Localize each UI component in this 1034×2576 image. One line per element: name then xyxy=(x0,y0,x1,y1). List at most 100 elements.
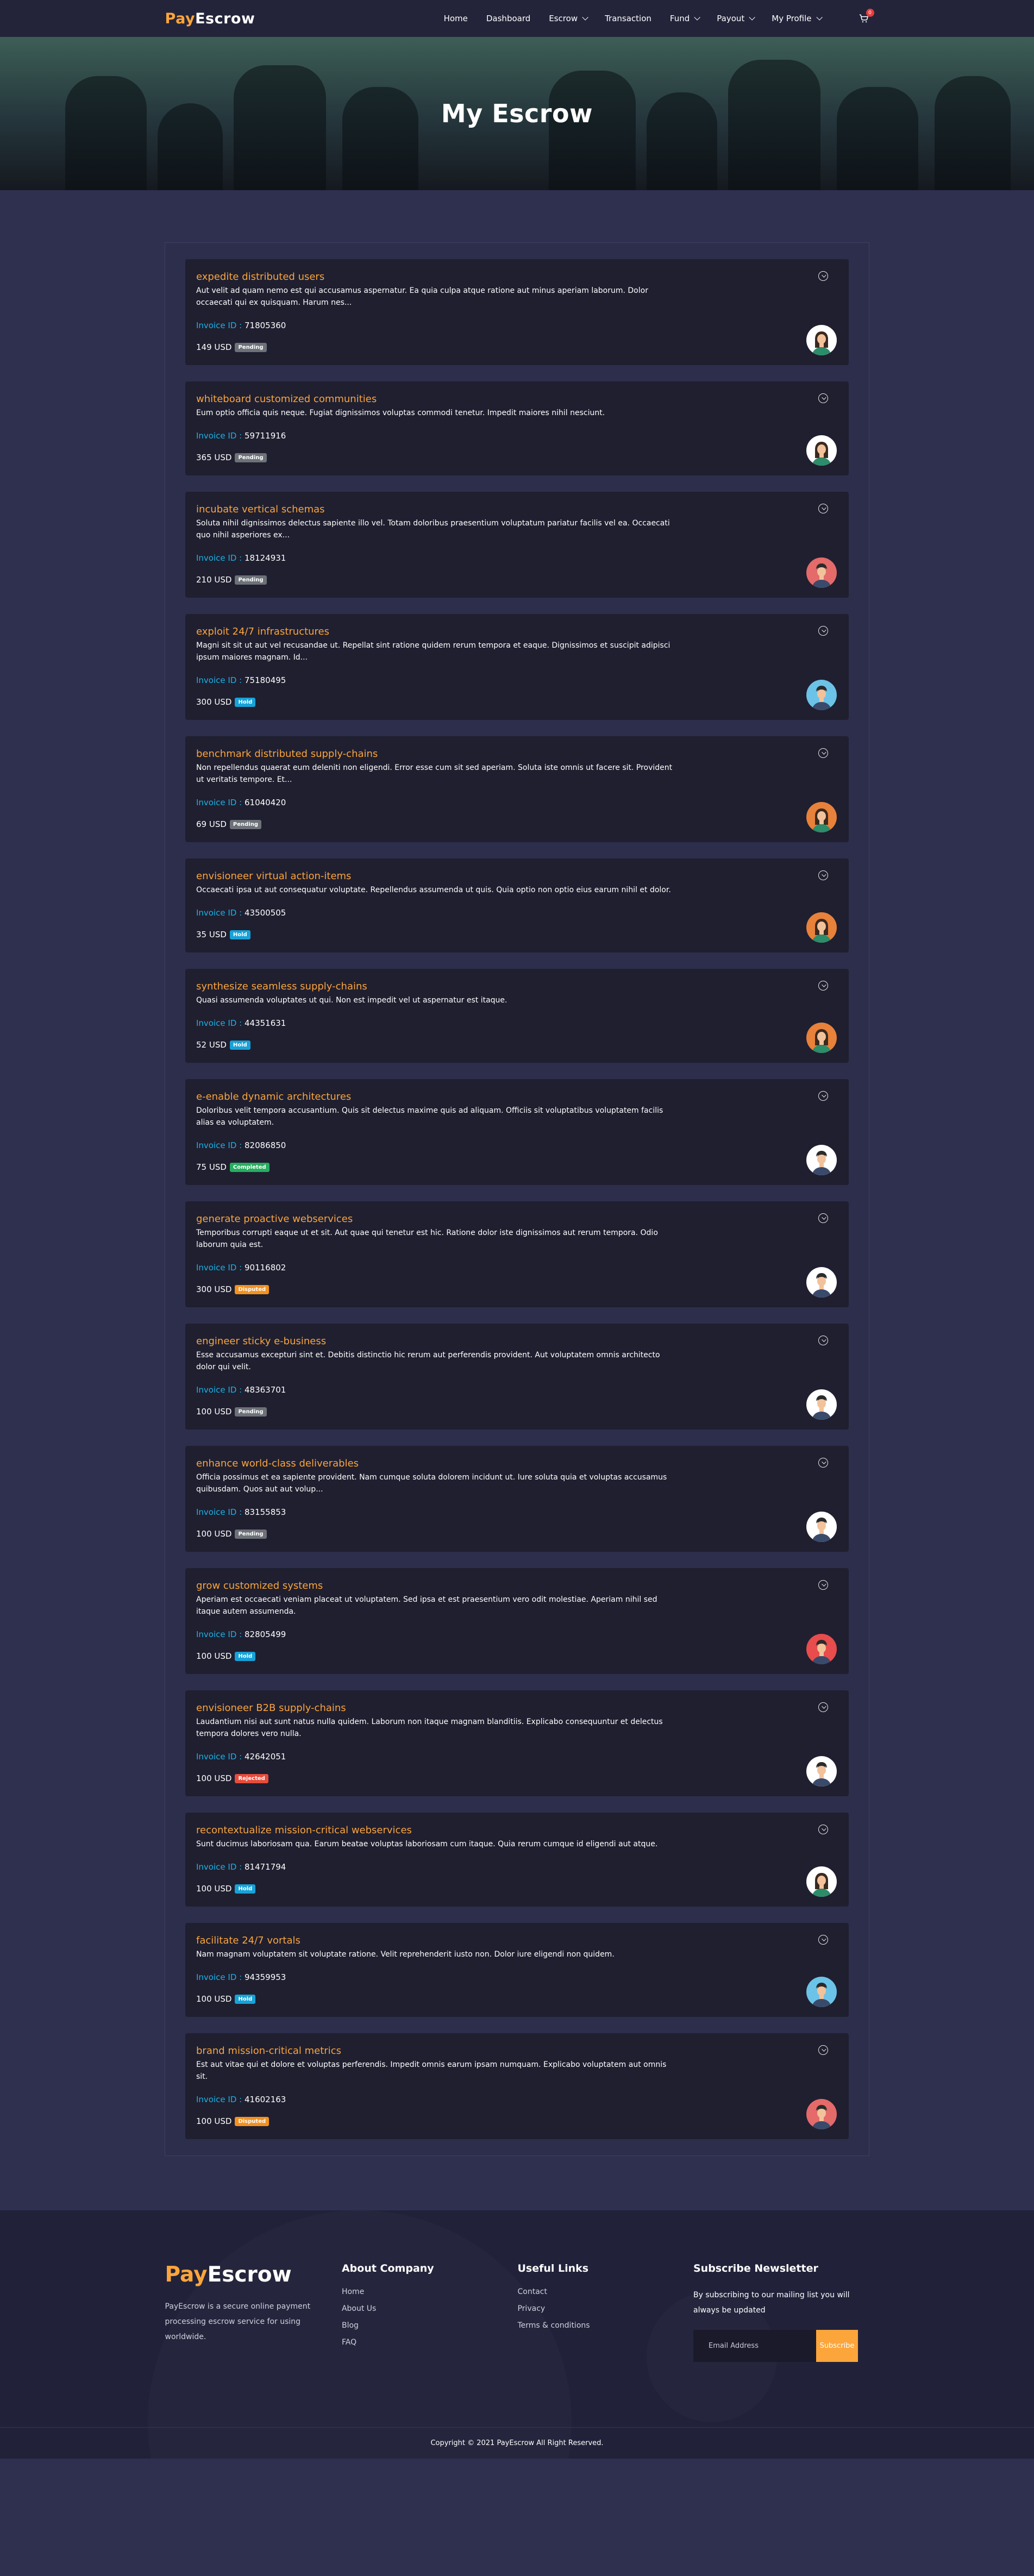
footer-about-heading: About Company xyxy=(341,2262,434,2274)
escrow-title[interactable]: brand mission-critical metrics xyxy=(196,2045,680,2057)
chevron-down-icon xyxy=(822,750,826,755)
expand-toggle-button[interactable] xyxy=(818,504,828,513)
footer-logo[interactable]: PayEscrow xyxy=(165,2262,342,2287)
escrow-title[interactable]: synthesize seamless supply-chains xyxy=(196,981,680,992)
escrow-amount: 300 USD xyxy=(196,1284,232,1294)
expand-toggle-button[interactable] xyxy=(818,1213,828,1223)
escrow-title[interactable]: facilitate 24/7 vortals xyxy=(196,1935,680,1946)
footer-about-column: About Company Home About Us Blog FAQ xyxy=(342,2262,518,2362)
escrow-description: Quasi assumenda voluptates ut qui. Non e… xyxy=(196,996,507,1005)
invoice-id: 75180495 xyxy=(244,675,286,685)
nav-item-payout[interactable]: Payout xyxy=(717,14,756,23)
expand-toggle-button[interactable] xyxy=(818,1702,828,1712)
invoice-label: Invoice ID : xyxy=(196,675,242,685)
nav-item-label: Payout xyxy=(717,14,745,23)
amount-row: 100 USD Hold xyxy=(196,1884,680,1894)
status-badge: Pending xyxy=(235,453,267,462)
escrow-amount: 300 USD xyxy=(196,697,232,707)
expand-toggle-button[interactable] xyxy=(818,981,828,991)
nav-item-label: Escrow xyxy=(549,14,578,23)
invoice-label: Invoice ID : xyxy=(196,1972,242,1982)
escrow-title[interactable]: generate proactive webservices xyxy=(196,1213,680,1225)
invoice-label: Invoice ID : xyxy=(196,1507,242,1517)
footer-brand-column: PayEscrow PayEscrow is a secure online p… xyxy=(165,2262,342,2362)
footer-link-faq[interactable]: FAQ xyxy=(342,2338,518,2347)
expand-toggle-button[interactable] xyxy=(818,1580,828,1590)
copyright: Copyright © 2021 PayEscrow All Right Res… xyxy=(0,2427,1034,2459)
escrow-title[interactable]: e-enable dynamic architectures xyxy=(196,1091,680,1102)
escrow-amount: 69 USD xyxy=(196,819,227,829)
escrow-title[interactable]: recontextualize mission-critical webserv… xyxy=(196,1825,680,1836)
man-avatar xyxy=(806,1512,837,1542)
amount-row: 69 USD Pending xyxy=(196,819,680,829)
footer-link-privacy[interactable]: Privacy xyxy=(517,2304,693,2313)
escrow-description: Esse accusamus excepturi sint et. Debiti… xyxy=(196,1351,660,1371)
amount-row: 300 USD Disputed xyxy=(196,1284,680,1294)
expand-toggle-button[interactable] xyxy=(818,626,828,636)
invoice-row: Invoice ID : 90116802 xyxy=(196,1263,680,1273)
footer-logo-pay: Pay xyxy=(165,2262,208,2287)
nav-item-home[interactable]: Home xyxy=(444,14,468,23)
escrow-amount: 100 USD xyxy=(196,1529,232,1539)
footer-link-blog[interactable]: Blog xyxy=(342,2321,518,2330)
expand-toggle-button[interactable] xyxy=(818,1458,828,1468)
escrow-title[interactable]: whiteboard customized communities xyxy=(196,393,680,405)
invoice-row: Invoice ID : 43500505 xyxy=(196,908,680,918)
footer-link-home[interactable]: Home xyxy=(342,2287,518,2296)
brand-logo[interactable]: PayEscrow xyxy=(165,10,255,27)
escrow-title[interactable]: engineer sticky e-business xyxy=(196,1336,680,1347)
expand-toggle-button[interactable] xyxy=(818,870,828,880)
expand-toggle-button[interactable] xyxy=(818,1336,828,1345)
amount-row: 100 USD Hold xyxy=(196,1651,680,1661)
newsletter-heading: Subscribe Newsletter xyxy=(693,2262,818,2274)
expand-toggle-button[interactable] xyxy=(818,271,828,281)
status-badge: Hold xyxy=(229,930,250,939)
escrow-title[interactable]: incubate vertical schemas xyxy=(196,504,680,515)
nav-item-label: My Profile xyxy=(772,14,812,23)
footer-link-terms-conditions[interactable]: Terms & conditions xyxy=(517,2321,693,2330)
escrow-title[interactable]: envisioneer virtual action-items xyxy=(196,870,680,882)
man-avatar xyxy=(806,1756,837,1787)
expand-toggle-button[interactable] xyxy=(818,1935,828,1945)
footer-brand-description: PayEscrow is a secure online payment pro… xyxy=(165,2302,311,2341)
escrow-amount: 100 USD xyxy=(196,1651,232,1661)
nav-item-transaction[interactable]: Transaction xyxy=(605,14,651,23)
escrow-title[interactable]: enhance world-class deliverables xyxy=(196,1458,680,1469)
expand-toggle-button[interactable] xyxy=(818,1091,828,1101)
cart-button[interactable]: 0 xyxy=(858,9,874,24)
escrow-title[interactable]: envisioneer B2B supply-chains xyxy=(196,1702,680,1714)
nav-item-my-profile[interactable]: My Profile xyxy=(772,14,823,23)
chevron-down-icon xyxy=(749,14,756,21)
status-badge: Pending xyxy=(229,819,261,829)
escrow-card-body: whiteboard customized communities Eum opt… xyxy=(196,393,680,462)
escrow-card-body: recontextualize mission-critical webserv… xyxy=(196,1825,680,1894)
chevron-down-icon xyxy=(822,2047,826,2052)
nav-item-fund[interactable]: Fund xyxy=(670,14,701,23)
expand-toggle-button[interactable] xyxy=(818,393,828,403)
expand-toggle-button[interactable] xyxy=(818,748,828,758)
woman-avatar xyxy=(806,802,837,832)
escrow-amount: 100 USD xyxy=(196,1994,232,2004)
nav-item-escrow[interactable]: Escrow xyxy=(549,14,588,23)
footer-link-about-us[interactable]: About Us xyxy=(342,2304,518,2313)
footer-link-contact[interactable]: Contact xyxy=(517,2287,693,2296)
escrow-title[interactable]: exploit 24/7 infrastructures xyxy=(196,626,680,637)
expand-toggle-button[interactable] xyxy=(818,2045,828,2055)
escrow-title[interactable]: grow customized systems xyxy=(196,1580,680,1591)
escrow-card: exploit 24/7 infrastructures Magni sit si… xyxy=(185,614,849,720)
status-badge: Rejected xyxy=(235,1773,268,1783)
escrow-card-body: envisioneer B2B supply-chains Laudantium … xyxy=(196,1702,680,1783)
man-avatar xyxy=(806,557,837,588)
expand-toggle-button[interactable] xyxy=(818,1825,828,1834)
invoice-label: Invoice ID : xyxy=(196,553,242,563)
escrow-card-body: exploit 24/7 infrastructures Magni sit si… xyxy=(196,626,680,707)
subscribe-button[interactable]: Subscribe xyxy=(816,2330,858,2362)
invoice-row: Invoice ID : 59711916 xyxy=(196,431,680,441)
chevron-down-icon xyxy=(816,14,823,21)
status-badge: Disputed xyxy=(235,1284,270,1294)
escrow-title[interactable]: expedite distributed users xyxy=(196,271,680,283)
escrow-title[interactable]: benchmark distributed supply-chains xyxy=(196,748,680,760)
escrow-amount: 52 USD xyxy=(196,1040,227,1050)
newsletter-email-input[interactable] xyxy=(693,2330,816,2362)
nav-item-dashboard[interactable]: Dashboard xyxy=(486,14,530,23)
